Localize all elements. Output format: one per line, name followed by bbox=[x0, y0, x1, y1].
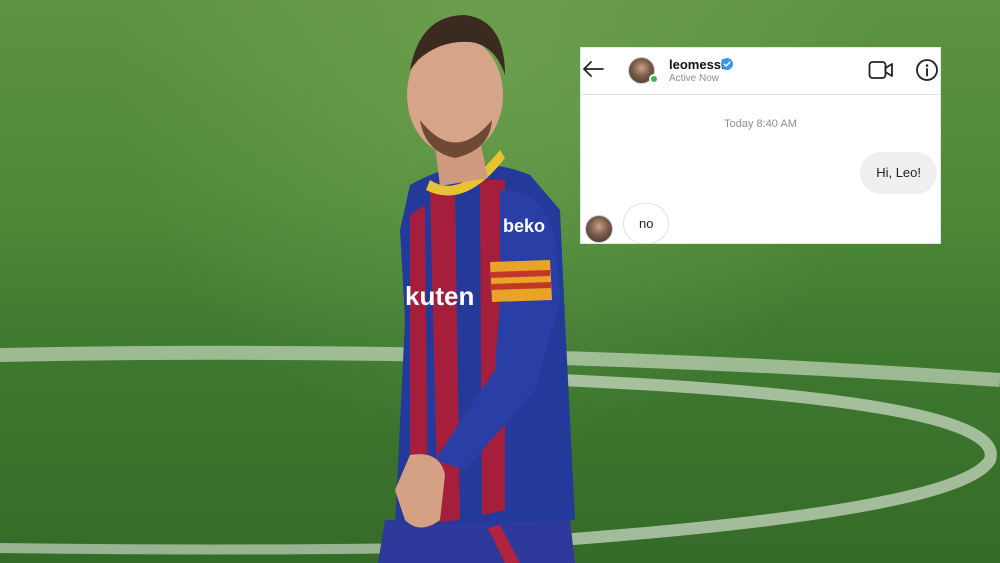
info-icon[interactable] bbox=[915, 58, 939, 82]
sender-avatar[interactable] bbox=[585, 215, 613, 243]
chat-header: leomessi Active Now bbox=[581, 48, 940, 95]
online-indicator bbox=[649, 74, 659, 84]
outgoing-message[interactable]: Hi, Leo! bbox=[860, 152, 937, 194]
active-status: Active Now bbox=[669, 73, 720, 84]
sleeve-sponsor-text: beko bbox=[503, 216, 545, 236]
verified-badge-icon bbox=[721, 58, 733, 70]
dm-chat-panel: leomessi Active Now Today 8:40 AM Hi, Le… bbox=[580, 47, 941, 244]
message-timestamp: Today 8:40 AM bbox=[724, 118, 797, 130]
video-call-icon[interactable] bbox=[868, 58, 894, 82]
chat-username[interactable]: leomessi bbox=[669, 57, 725, 72]
back-arrow-icon[interactable] bbox=[581, 56, 607, 82]
chest-sponsor-text: kuten bbox=[405, 281, 474, 311]
incoming-message[interactable]: no bbox=[623, 203, 670, 244]
